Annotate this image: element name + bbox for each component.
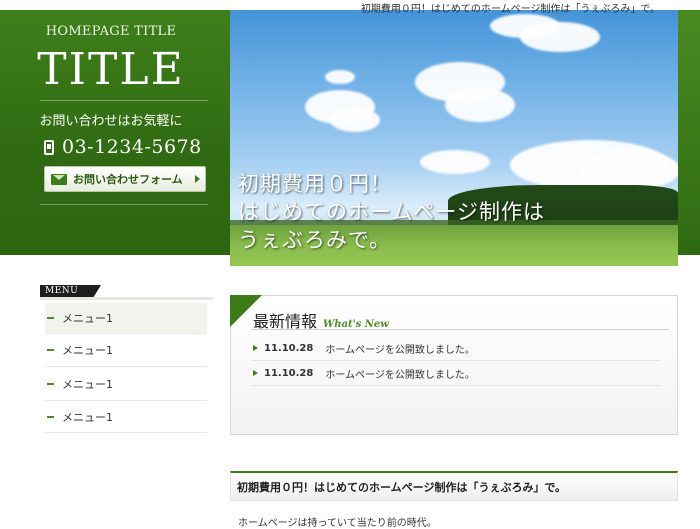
section-heading: 初期費用０円！はじめてのホームページ制作は「うぇぶろみ」で。	[230, 471, 678, 501]
bullet-triangle-icon	[253, 370, 258, 376]
news-text: ホームページを公開致しました。	[325, 369, 475, 381]
dash-icon	[47, 317, 54, 319]
contact-form-button[interactable]: お問い合わせフォーム	[44, 166, 206, 192]
phone-number: 03-1234-5678	[44, 136, 202, 158]
homepage-title: HOMEPAGE TITLE	[45, 24, 177, 39]
bullet-triangle-icon	[253, 345, 258, 351]
site-tagline: 初期費用０円！はじめてのホームページ制作は「うぇぶろみ」で。	[360, 4, 660, 15]
mail-icon	[51, 173, 67, 185]
menu-heading-rule	[40, 297, 213, 300]
news-panel: 最新情報 What's New 11.10.28 ホームページを公開致しました。 …	[230, 295, 678, 435]
hero-line-2: はじめてのホームページ制作は	[238, 200, 545, 224]
contact-label: お問い合わせはお気軽に	[39, 114, 183, 129]
dash-icon	[47, 415, 54, 418]
header-brand-panel: HOMEPAGE TITLE TITLE お問い合わせはお気軽に 03-1234…	[0, 10, 222, 255]
divider	[40, 204, 208, 205]
menu-item-3[interactable]: メニュー1	[45, 367, 207, 401]
news-item[interactable]: 11.10.28 ホームページを公開致しました。	[251, 336, 661, 361]
phone-icon	[44, 140, 54, 155]
news-rule	[251, 329, 669, 330]
menu-item-label: メニュー1	[62, 377, 113, 391]
hero-line-3: うぇぶろみで。	[238, 228, 392, 252]
dash-icon	[47, 349, 54, 351]
news-list: 11.10.28 ホームページを公開致しました。 11.10.28 ホームページ…	[251, 336, 661, 386]
divider	[40, 100, 208, 101]
arrow-right-icon	[195, 175, 200, 183]
cloud	[325, 70, 355, 84]
header-right-stripe	[678, 10, 700, 255]
news-item[interactable]: 11.10.28 ホームページを公開致しました。	[251, 361, 661, 386]
sidebar-menu: メニュー1 メニュー1 メニュー1 メニュー1	[45, 303, 207, 433]
news-date: 11.10.28	[264, 342, 314, 354]
hero-line-1: 初期費用０円！	[238, 172, 392, 196]
phone-text: 03-1234-5678	[62, 136, 202, 158]
section-text: ホームページは持っていて当たり前の時代。	[238, 518, 437, 529]
news-text: ホームページを公開致しました。	[325, 344, 475, 356]
cloud	[445, 88, 515, 122]
menu-item-1[interactable]: メニュー1	[45, 303, 207, 334]
site-title[interactable]: TITLE	[0, 44, 222, 95]
contact-form-label: お問い合わせフォーム	[73, 173, 183, 186]
dash-icon	[47, 382, 54, 385]
menu-item-label: メニュー1	[62, 312, 113, 325]
news-date: 11.10.28	[264, 367, 314, 379]
cloud	[580, 150, 678, 190]
cloud	[520, 22, 600, 52]
hero-banner: 初期費用０円！ はじめてのホームページ制作は うぇぶろみで。	[230, 0, 678, 266]
menu-item-label: メニュー1	[62, 344, 113, 357]
menu-item-2[interactable]: メニュー1	[45, 334, 207, 367]
menu-item-label: メニュー1	[62, 410, 113, 424]
cloud	[330, 108, 380, 132]
hero-copy: 初期費用０円！ はじめてのホームページ制作は うぇぶろみで。	[238, 170, 545, 254]
menu-item-4[interactable]: メニュー1	[45, 401, 207, 433]
